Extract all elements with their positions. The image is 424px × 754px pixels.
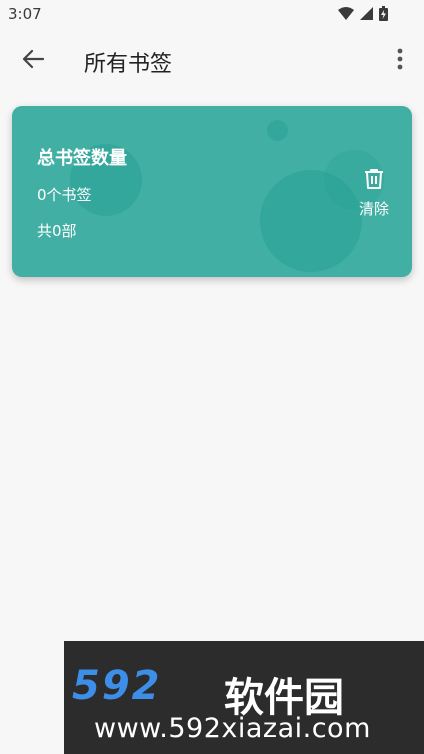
page-title: 所有书签 — [84, 52, 173, 77]
status-time: 3:07 — [8, 5, 42, 23]
watermark-banner: 592 软件园 www.592xiazai.com — [64, 641, 424, 754]
bookmark-summary-card: 总书签数量 0个书签 共0部 清除 — [12, 106, 412, 277]
clear-label: 清除 — [358, 200, 389, 218]
watermark-url: www.592xiazai.com — [94, 713, 371, 744]
decor-circle — [267, 120, 288, 141]
status-icons — [338, 6, 388, 21]
status-bar: 3:07 — [0, 0, 424, 28]
more-options-button[interactable] — [390, 46, 410, 76]
wifi-icon — [338, 6, 354, 21]
bookmark-count: 0个书签 — [37, 186, 92, 204]
clear-button[interactable]: 清除 — [350, 168, 398, 222]
arrow-left-icon — [22, 49, 45, 73]
battery-icon — [379, 6, 388, 21]
signal-icon — [360, 7, 373, 20]
more-vert-icon — [397, 48, 403, 74]
watermark-logo: 592 — [72, 663, 162, 709]
trash-icon — [363, 168, 385, 194]
back-button[interactable] — [16, 44, 50, 78]
card-title: 总书签数量 — [37, 148, 127, 169]
book-total: 共0部 — [37, 222, 77, 240]
app-bar: 所有书签 — [0, 28, 424, 92]
